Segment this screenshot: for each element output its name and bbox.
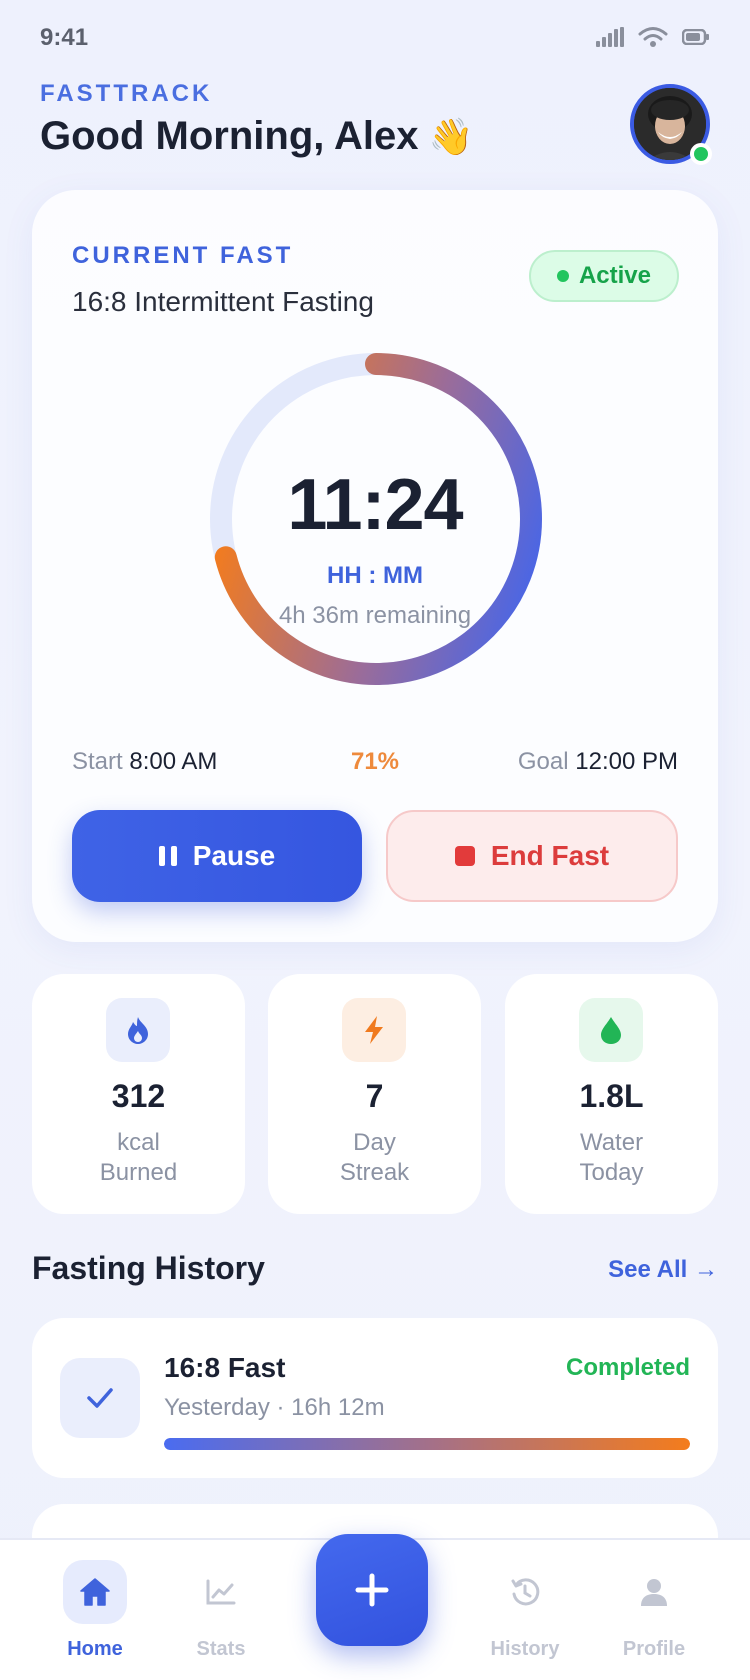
status-time: 9:41: [40, 24, 89, 51]
tab-home[interactable]: Home: [35, 1560, 155, 1670]
stat-label: kcal Burned: [32, 1128, 245, 1188]
fasting-plan: 16:8 Intermittent Fasting: [72, 286, 374, 317]
goal-time: 12:00 PM: [575, 748, 678, 775]
battery-icon: [682, 29, 709, 45]
time-remaining: 4h 36m remaining: [278, 602, 472, 629]
wifi-icon: [638, 27, 668, 47]
tab-label: Home: [67, 1638, 123, 1660]
home-icon: [63, 1560, 127, 1624]
stat-value: 1.8L: [579, 1078, 644, 1114]
active-dot-icon: [556, 270, 569, 282]
greeting-text: Good Morning, Alex: [40, 114, 419, 158]
stat-label-line1: Day: [353, 1129, 396, 1156]
plus-icon: [355, 1573, 389, 1607]
end-fast-button[interactable]: End Fast: [386, 810, 678, 902]
stat-label-line1: kcal: [117, 1129, 160, 1156]
timer-unit: HH : MM: [327, 562, 423, 589]
app-name: FASTTRACK: [40, 80, 213, 107]
online-status-dot: [690, 143, 712, 165]
goal-label: Goal: [517, 748, 569, 775]
end-fast-button-label: End Fast: [490, 840, 610, 871]
chart-icon: [189, 1560, 253, 1624]
current-fast-label: CURRENT FAST: [72, 242, 294, 269]
tab-label: Stats: [196, 1638, 246, 1660]
check-icon: [60, 1358, 140, 1438]
tab-history[interactable]: History: [465, 1560, 585, 1670]
stat-value: 7: [365, 1078, 384, 1114]
goal-time-info: Goal 12:00 PM: [518, 748, 678, 776]
flame-icon: [106, 998, 170, 1062]
current-fast-card: CURRENT FAST 16:8 Intermittent Fasting A…: [32, 190, 718, 942]
status-badge-label: Active: [578, 262, 652, 289]
history-progress-bar: [164, 1438, 690, 1450]
droplet-icon: [579, 998, 643, 1062]
stat-card-streak[interactable]: 7 Day Streak: [268, 974, 481, 1214]
user-icon: [622, 1560, 686, 1624]
history-item[interactable]: 16:8 Fast Completed Yesterday · 16h 12m: [32, 1318, 718, 1478]
greeting: Good Morning, Alex 👋: [40, 114, 473, 159]
stat-card-water[interactable]: 1.8L Water Today: [505, 974, 718, 1214]
status-bar: 9:41: [0, 0, 750, 80]
stat-label-line2: Today: [579, 1159, 644, 1186]
tab-label: Profile: [622, 1638, 686, 1660]
stop-icon: [454, 846, 475, 866]
waving-hand-icon: 👋: [428, 115, 474, 157]
signal-icon: [596, 27, 624, 47]
section-title: Fasting History: [32, 1250, 265, 1286]
stat-label: Water Today: [505, 1128, 718, 1188]
history-icon: [493, 1560, 557, 1624]
stat-value: 312: [111, 1078, 166, 1114]
stat-label-line2: Streak: [339, 1159, 410, 1186]
see-all-link[interactable]: See All →: [608, 1256, 718, 1284]
status-icons: [596, 26, 710, 48]
tab-stats[interactable]: Stats: [161, 1560, 281, 1670]
stat-label-line1: Water: [579, 1129, 644, 1156]
tab-label: History: [490, 1638, 560, 1660]
stat-label: Day Streak: [268, 1128, 481, 1188]
pause-button[interactable]: Pause: [72, 810, 362, 902]
history-item-status: Completed: [565, 1354, 690, 1381]
timer-value: 11:24: [287, 465, 463, 545]
history-item-title: 16:8 Fast: [164, 1352, 286, 1383]
bolt-icon: [342, 998, 406, 1062]
stat-card-calories[interactable]: 312 kcal Burned: [32, 974, 245, 1214]
pause-icon: [158, 846, 177, 866]
stat-label-line2: Burned: [99, 1159, 178, 1186]
add-fast-button[interactable]: [316, 1534, 428, 1646]
history-item-meta: Yesterday · 16h 12m: [164, 1394, 385, 1421]
pause-button-label: Pause: [192, 840, 276, 871]
history-progress-fill: [164, 1438, 690, 1450]
status-badge: Active: [529, 250, 679, 302]
tab-profile[interactable]: Profile: [594, 1560, 714, 1670]
